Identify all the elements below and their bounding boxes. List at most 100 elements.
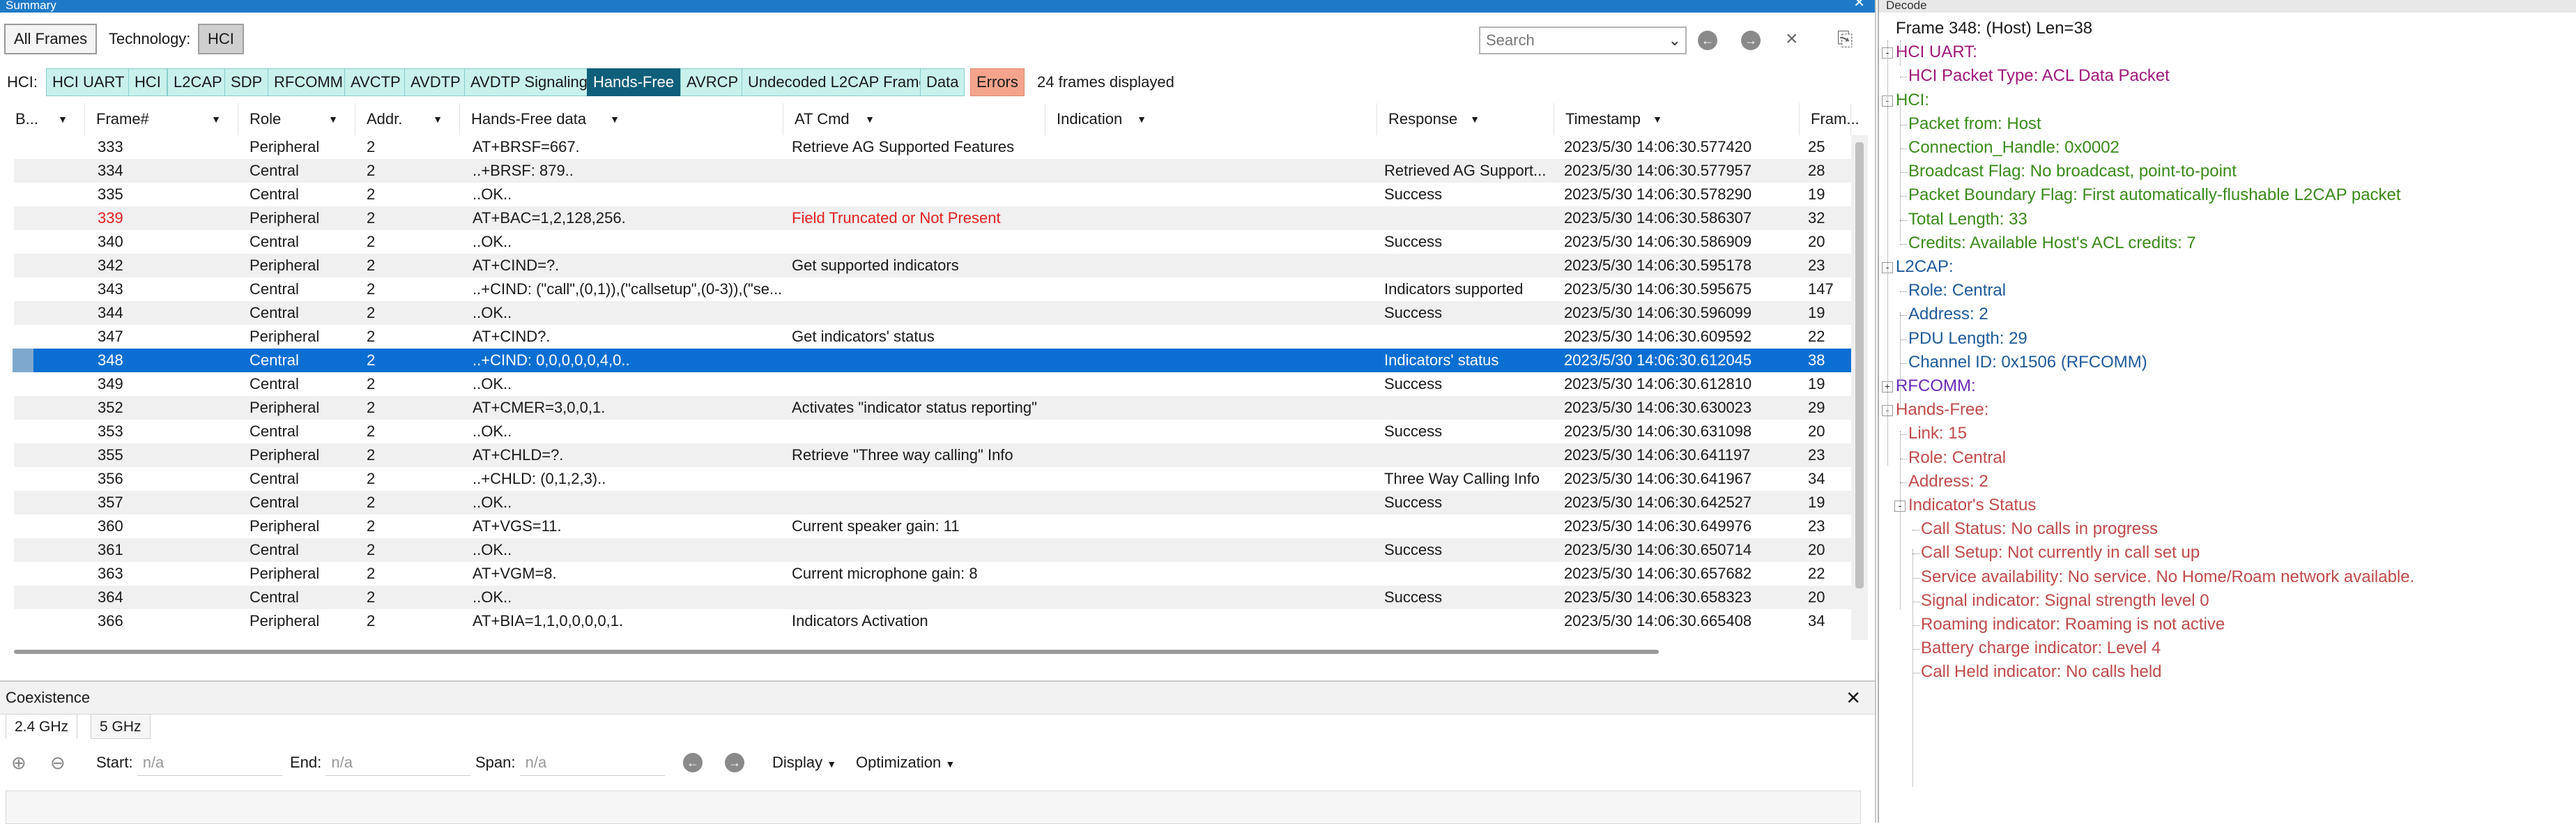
tree-node-expandable[interactable]: Indicator's Status: [1908, 494, 2036, 517]
tree-node[interactable]: HCI Packet Type: ACL Data Packet: [1908, 64, 2170, 88]
tree-node-expandable[interactable]: Hands-Free:: [1896, 398, 1988, 422]
table-row[interactable]: 361 Central 2 ..OK.. Success 2023/5/30 14:06:…: [14, 538, 1854, 562]
tree-node[interactable]: Address: 2: [1908, 303, 1988, 326]
tree-node[interactable]: Packet Boundary Flag: First automaticall…: [1908, 183, 2401, 207]
table-row[interactable]: 364 Central 2 ..OK.. Success 2023/5/30 14:06:…: [14, 586, 1854, 609]
column-header-role[interactable]: Role ▼: [238, 103, 355, 135]
tree-node[interactable]: Battery charge indicator: Level 4: [1921, 636, 2161, 660]
table-row[interactable]: 355 Peripheral 2 AT+CHLD=?. Retrieve "Three …: [14, 443, 1854, 467]
table-row[interactable]: 334 Central 2 ..+BRSF: 879.. Retrieved AG Su…: [14, 159, 1854, 183]
tab-avdtp-signaling[interactable]: AVDTP Signaling: [464, 68, 594, 96]
previous-icon[interactable]: ←: [683, 753, 703, 772]
zoom-in-icon[interactable]: ⊕: [11, 750, 26, 775]
optimization-menu[interactable]: Optimization ▼: [856, 750, 955, 777]
tree-node[interactable]: Service availability: No service. No Hom…: [1921, 565, 2414, 589]
table-row[interactable]: 343 Central 2 ..+CIND: ("call",(0,1)),("cal…: [14, 277, 1854, 301]
tree-node[interactable]: Role: Central: [1908, 279, 2006, 303]
find-previous-icon[interactable]: ←: [1698, 31, 1717, 50]
sort-icon[interactable]: ▼: [328, 103, 338, 135]
column-header-b[interactable]: B... ▼: [4, 103, 85, 135]
display-menu[interactable]: Display ▼: [772, 750, 836, 777]
table-row[interactable]: 356 Central 2 ..+CHLD: (0,1,2,3).. Three Way…: [14, 467, 1854, 491]
tab-undecoded-l2cap-frame[interactable]: Undecoded L2CAP Frame: [742, 68, 934, 96]
tab-5-ghz[interactable]: 5 GHz: [91, 714, 151, 739]
tab-rfcomm[interactable]: RFCOMM: [268, 68, 349, 96]
tree-node[interactable]: Call Status: No calls in progress: [1921, 517, 2158, 541]
next-icon[interactable]: →: [725, 753, 744, 772]
tree-node[interactable]: Signal indicator: Signal strength level …: [1921, 589, 2209, 613]
find-next-icon[interactable]: →: [1741, 31, 1761, 50]
sort-icon[interactable]: ▼: [1137, 103, 1147, 135]
column-header-indication[interactable]: Indication ▼: [1045, 103, 1377, 135]
vertical-scrollbar[interactable]: [1851, 135, 1868, 640]
table-row[interactable]: 363 Peripheral 2 AT+VGM=8. Current microphon…: [14, 562, 1854, 586]
tree-node[interactable]: Broadcast Flag: No broadcast, point-to-p…: [1908, 160, 2237, 183]
table-row[interactable]: 366 Peripheral 2 AT+BIA=1,1,0,0,0,0,1. Indi…: [14, 609, 1854, 633]
tree-node-expandable[interactable]: RFCOMM:: [1896, 374, 1976, 398]
tab-2-4-ghz[interactable]: 2.4 GHz: [6, 714, 78, 739]
tab-l2cap[interactable]: L2CAP: [167, 68, 229, 96]
table-row[interactable]: 360 Peripheral 2 AT+VGS=11. Current speaker …: [14, 514, 1854, 538]
table-row[interactable]: 335 Central 2 ..OK.. Success 2023/5/30 14:06:…: [14, 183, 1854, 206]
sort-icon[interactable]: ▼: [865, 103, 875, 135]
table-row[interactable]: 340 Central 2 ..OK.. Success 2023/5/30 14:06:…: [14, 230, 1854, 254]
tree-node[interactable]: Packet from: Host: [1908, 112, 2041, 136]
tree-node[interactable]: Connection_Handle: 0x0002: [1908, 136, 2119, 160]
table-row[interactable]: 342 Peripheral 2 AT+CIND=?. Get supported in…: [14, 254, 1854, 277]
export-icon[interactable]: ⎘: [1837, 25, 1853, 53]
tree-node[interactable]: PDU Length: 29: [1908, 327, 2027, 351]
tab-data[interactable]: Data: [920, 68, 965, 96]
column-header-frame-length[interactable]: Fram...: [1800, 103, 1860, 135]
search-input[interactable]: Search ⌄: [1479, 26, 1687, 54]
column-header-addr[interactable]: Addr. ▼: [355, 103, 460, 135]
close-icon[interactable]: ✕: [1846, 682, 1861, 714]
sort-icon[interactable]: ▼: [1653, 103, 1662, 135]
scrollbar-thumb[interactable]: [1855, 142, 1864, 588]
tree-node-expandable[interactable]: L2CAP:: [1896, 255, 1954, 279]
table-row[interactable]: 357 Central 2 ..OK.. Success 2023/5/30 14:06:…: [14, 491, 1854, 514]
clear-search-icon[interactable]: ×: [1786, 25, 1798, 53]
chevron-down-icon[interactable]: ⌄: [1669, 28, 1681, 53]
table-row[interactable]: 353 Central 2 ..OK.. Success 2023/5/30 14:06:…: [14, 420, 1854, 443]
column-header-timestamp[interactable]: Timestamp ▼: [1554, 103, 1800, 135]
tree-node[interactable]: Call Setup: Not currently in call set up: [1921, 541, 2200, 565]
tab-errors[interactable]: Errors: [970, 68, 1025, 96]
zoom-out-icon[interactable]: ⊖: [50, 750, 66, 775]
column-header-at-cmd[interactable]: AT Cmd ▼: [783, 103, 1045, 135]
sort-icon[interactable]: ▼: [58, 103, 68, 135]
tree-node[interactable]: Role: Central: [1908, 446, 2006, 470]
sort-icon[interactable]: ▼: [610, 103, 620, 135]
table-row[interactable]: 349 Central 2 ..OK.. Success 2023/5/30 14:06:…: [14, 372, 1854, 396]
tree-node[interactable]: Address: 2: [1908, 470, 1988, 494]
table-row[interactable]: 348 Central 2 ..+CIND: 0,0,0,0,0,4,0.. Indic…: [13, 349, 1854, 372]
tab-avrcp[interactable]: AVRCP: [680, 68, 745, 96]
tab-sdp[interactable]: SDP: [224, 68, 269, 96]
table-row[interactable]: 339 Peripheral 2 AT+BAC=1,2,128,256. Field T…: [14, 206, 1854, 230]
tab-hci[interactable]: HCI: [128, 68, 167, 96]
tab-avdtp[interactable]: AVDTP: [404, 68, 467, 96]
sort-icon[interactable]: ▼: [1470, 103, 1480, 135]
start-field[interactable]: Start: n/a: [96, 750, 282, 776]
close-icon[interactable]: ✕: [1853, 0, 1865, 10]
all-frames-button[interactable]: All Frames: [4, 24, 98, 54]
tree-node[interactable]: Call Held indicator: No calls held: [1921, 660, 2162, 684]
tree-node[interactable]: Credits: Available Host's ACL credits: 7: [1908, 231, 2196, 255]
table-row[interactable]: 333 Peripheral 2 AT+BRSF=667. Retrieve AG Su…: [14, 135, 1854, 159]
span-field[interactable]: Span: n/a: [475, 750, 665, 776]
tree-node-expandable[interactable]: HCI UART:: [1896, 40, 1977, 64]
end-field[interactable]: End: n/a: [290, 750, 471, 776]
tree-node[interactable]: Link: 15: [1908, 422, 1967, 445]
tree-node-expandable[interactable]: HCI:: [1896, 89, 1929, 112]
tree-node[interactable]: Channel ID: 0x1506 (RFCOMM): [1908, 351, 2147, 374]
tab-avctp[interactable]: AVCTP: [344, 68, 407, 96]
column-header-frame[interactable]: Frame# ▼: [85, 103, 238, 135]
technology-hci-button[interactable]: HCI: [198, 24, 244, 54]
column-header-hands-free-data[interactable]: Hands-Free data ▼: [460, 103, 783, 135]
table-row[interactable]: 352 Peripheral 2 AT+CMER=3,0,0,1. Activates …: [14, 396, 1854, 420]
column-header-response[interactable]: Response ▼: [1377, 103, 1554, 135]
sort-icon[interactable]: ▼: [433, 103, 443, 135]
tab-hands-free[interactable]: Hands-Free: [587, 68, 681, 96]
horizontal-scrollbar[interactable]: [14, 650, 1659, 654]
table-row[interactable]: 347 Peripheral 2 AT+CIND?. Get indicators' s…: [14, 325, 1854, 349]
tab-hci-uart[interactable]: HCI UART: [46, 68, 131, 96]
